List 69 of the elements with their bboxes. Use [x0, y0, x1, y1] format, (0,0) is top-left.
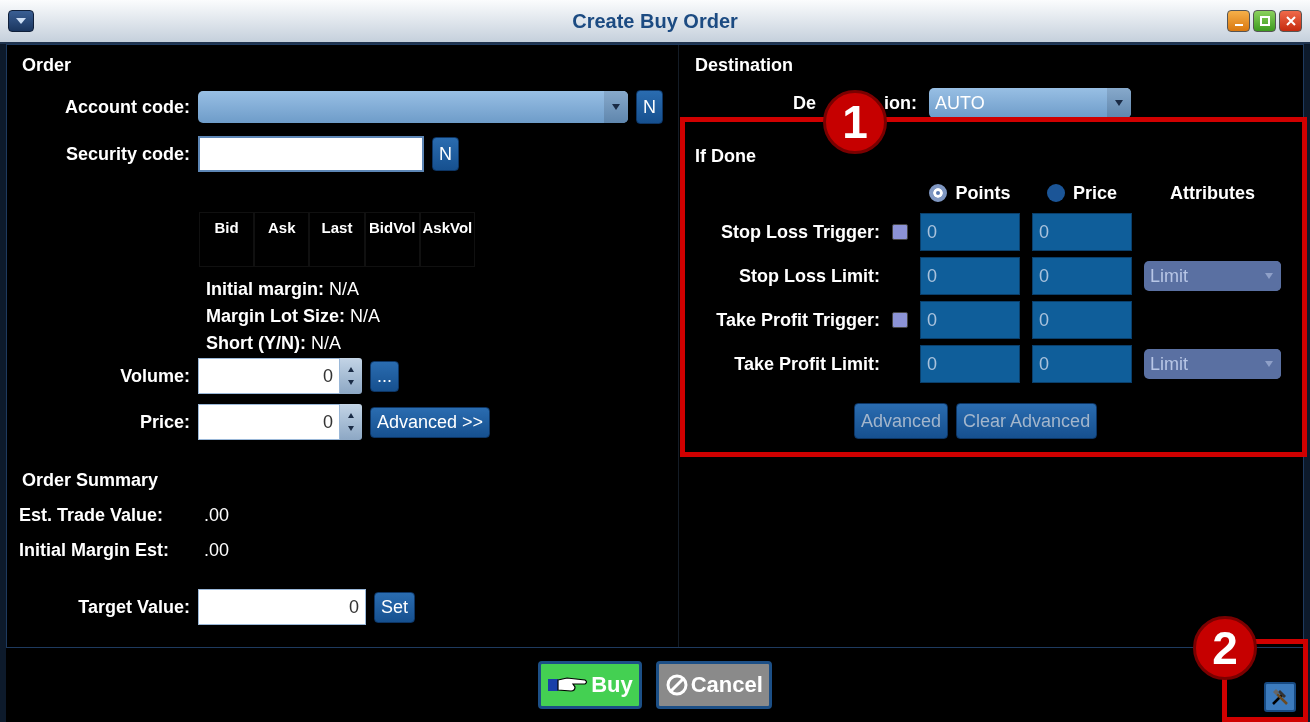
column-header: Last	[309, 212, 365, 267]
info-label: Margin Lot Size:	[206, 306, 345, 327]
price-field[interactable]: 0	[1032, 213, 1132, 251]
minimize-icon	[1234, 24, 1243, 26]
field-label: Take Profit Limit:	[733, 353, 880, 375]
mode-radio[interactable]: Points	[920, 179, 1020, 207]
new-security-button[interactable]: N	[432, 137, 459, 171]
mode-radio[interactable]: Price	[1032, 179, 1132, 207]
caret-icon	[1264, 360, 1274, 368]
price-field[interactable]: 0	[198, 404, 340, 440]
info-value: N/A	[329, 279, 360, 300]
field-label: Take Profit Trigger:	[715, 309, 880, 331]
volume-field[interactable]: 0	[198, 358, 340, 394]
summary-value: .00	[204, 540, 230, 561]
points-field[interactable]: 0	[920, 213, 1020, 251]
summary-label: Initial Margin Est:	[19, 540, 170, 561]
window-menu-button[interactable]	[8, 10, 34, 32]
price-field[interactable]: 0	[1032, 301, 1132, 339]
column-header: Bid	[199, 212, 255, 267]
window-title: Create Buy Order	[572, 9, 738, 33]
maximize-button[interactable]	[1253, 10, 1276, 32]
section-heading: Order Summary	[22, 470, 159, 491]
close-button[interactable]	[1279, 10, 1302, 32]
checkbox[interactable]	[892, 224, 908, 240]
spinner-button[interactable]	[340, 358, 362, 394]
column-header: Attributes	[1169, 182, 1256, 204]
buy-button[interactable]: Buy	[538, 661, 642, 709]
caret-icon	[1114, 99, 1124, 107]
set-button[interactable]: Set	[374, 591, 416, 623]
info-value: N/A	[311, 333, 341, 354]
field-label: Security code:	[64, 143, 190, 165]
caret-icon	[611, 103, 621, 111]
points-field[interactable]: 0	[920, 301, 1020, 339]
section-heading: If Done	[695, 146, 756, 167]
field-label: Price:	[138, 411, 190, 433]
tools-icon	[1270, 687, 1290, 707]
field-label: Target Value:	[77, 596, 190, 618]
target-value-field[interactable]: 0	[198, 589, 366, 625]
caret-icon	[14, 16, 28, 26]
cancel-button[interactable]: Cancel	[655, 661, 772, 709]
cancel-icon	[664, 673, 689, 697]
spinner-button[interactable]	[340, 404, 362, 440]
info-value: N/A	[350, 306, 380, 327]
volume-options-button[interactable]: ...	[370, 360, 399, 392]
tools-button[interactable]	[1264, 682, 1296, 712]
minimize-button[interactable]	[1227, 10, 1250, 32]
caret-icon	[1264, 272, 1274, 280]
column-header: Ask	[254, 212, 310, 267]
column-header: BidVol	[364, 212, 420, 267]
field-label: Stop Loss Limit:	[738, 265, 880, 287]
close-icon	[1284, 15, 1297, 27]
info-label: Short (Y/N):	[206, 333, 306, 354]
security-code-field[interactable]	[198, 136, 424, 172]
new-account-button[interactable]: N	[636, 90, 663, 124]
info-label: Initial margin:	[206, 279, 324, 300]
maximize-icon	[1258, 15, 1271, 27]
checkbox[interactable]	[892, 312, 908, 328]
field-label: Volume:	[119, 365, 190, 387]
summary-label: Est. Trade Value:	[19, 505, 165, 526]
section-heading: Order	[22, 55, 72, 76]
summary-value: .00	[204, 505, 230, 526]
field-label: Account code:	[64, 96, 190, 118]
column-header: AskVol	[419, 212, 475, 267]
field-label-fragment: De	[793, 92, 816, 114]
field-label: Stop Loss Trigger:	[720, 221, 880, 243]
destination-dropdown[interactable]: AUTO	[929, 88, 1131, 118]
section-heading: Destination	[695, 55, 793, 76]
advanced-button[interactable]: Advanced >>	[370, 406, 491, 438]
field-label-fragment: ion:	[884, 92, 917, 114]
